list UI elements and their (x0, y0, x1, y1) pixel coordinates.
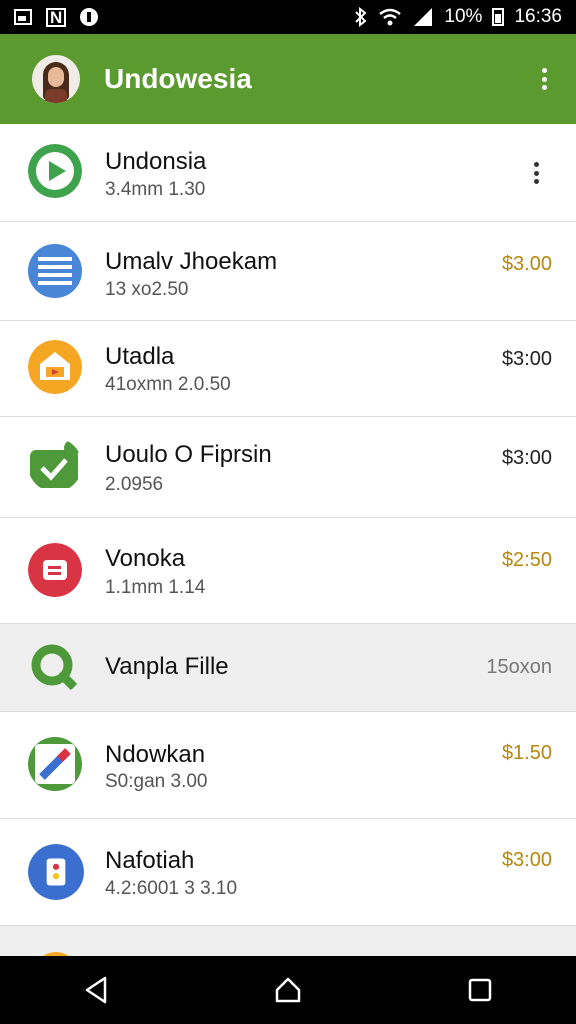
item-title: Nafotiah (105, 847, 195, 874)
item-subtitle: 1.1mm 1.14 (105, 577, 206, 598)
list-item[interactable]: Uoulo O Fiprsin 2.0956 $3:00 (0, 417, 576, 518)
item-price: $3:00 (501, 348, 552, 370)
pencil-icon (28, 737, 82, 791)
list-item[interactable]: Utadla 41oxmn 2.0.50 $3:00 (0, 321, 576, 417)
item-price: $3:00 (501, 447, 552, 469)
play-icon (28, 144, 82, 198)
item-price: $3.00 (501, 253, 552, 275)
item-meta: 15oxon (486, 656, 552, 678)
battery-icon (492, 8, 505, 26)
item-price: $3:00 (501, 849, 552, 871)
recents-icon (468, 978, 492, 1002)
clock: 16:36 (514, 6, 562, 27)
item-price: $1.50 (501, 742, 552, 764)
list-item[interactable]: Vonoka 1.1mm 1.14 $2:50 (0, 518, 576, 624)
list-item[interactable]: Vanpla Fille 15oxon (0, 624, 576, 712)
item-title: Undonsia (105, 148, 207, 175)
list-item[interactable]: Ndowkan S0:gan 3.00 $1.50 (0, 712, 576, 819)
item-title: Uoulo O Fiprsin (105, 441, 272, 468)
wifi-icon (379, 8, 402, 26)
chat-icon (28, 543, 82, 597)
battery-percent: 10% (444, 6, 483, 27)
home-button[interactable] (264, 966, 312, 1014)
bluetooth-icon (355, 7, 367, 27)
badge-icon (28, 844, 84, 900)
back-icon (85, 976, 107, 1004)
list-item[interactable]: Umalv Jhoekam 13 xo2.50 $3.00 (0, 222, 576, 321)
navigation-bar (0, 956, 576, 1024)
app-bar: Undowesia (0, 34, 576, 124)
item-subtitle: 13 xo2.50 (105, 279, 189, 300)
item-title: Umalv Jhoekam (105, 248, 278, 275)
image-notification-icon (14, 9, 32, 25)
check-icon (30, 440, 80, 488)
item-title: Ndowkan (105, 741, 206, 768)
item-subtitle: 41oxmn 2.0.50 (105, 374, 231, 395)
document-icon (28, 244, 82, 298)
app-title: Undowesia (104, 63, 252, 94)
back-button[interactable] (72, 966, 120, 1014)
item-overflow-button[interactable] (524, 158, 548, 188)
item-subtitle: 2.0956 (105, 474, 164, 495)
signal-icon (414, 8, 433, 26)
item-title: Vonoka (105, 545, 186, 572)
item-subtitle: 3.4mm 1.30 (105, 179, 206, 200)
avatar[interactable] (32, 55, 80, 103)
n-notification-icon: N (46, 7, 67, 27)
list-item[interactable]: Nafotiah 4.2:6001 3 3.10 $3:00 (0, 819, 576, 926)
home-icon (28, 340, 82, 394)
list-item[interactable]: Undonsia 3.4mm 1.30 (0, 124, 576, 222)
recents-button[interactable] (456, 966, 504, 1014)
search-icon (31, 644, 80, 693)
info-notification-icon (80, 8, 99, 26)
overflow-menu-button[interactable] (532, 64, 556, 94)
item-title: Utadla (105, 343, 175, 370)
item-title: Vanpla Fille (105, 653, 229, 680)
home-nav-icon (275, 977, 301, 1003)
item-price: $2:50 (501, 549, 552, 571)
status-bar: N 10% 16:36 (0, 0, 576, 34)
item-list: Undonsia 3.4mm 1.30 Umalv Jhoekam 13 xo2… (0, 124, 576, 996)
item-subtitle: S0:gan 3.00 (105, 771, 208, 792)
item-subtitle: 4.2:6001 3 3.10 (105, 878, 238, 899)
